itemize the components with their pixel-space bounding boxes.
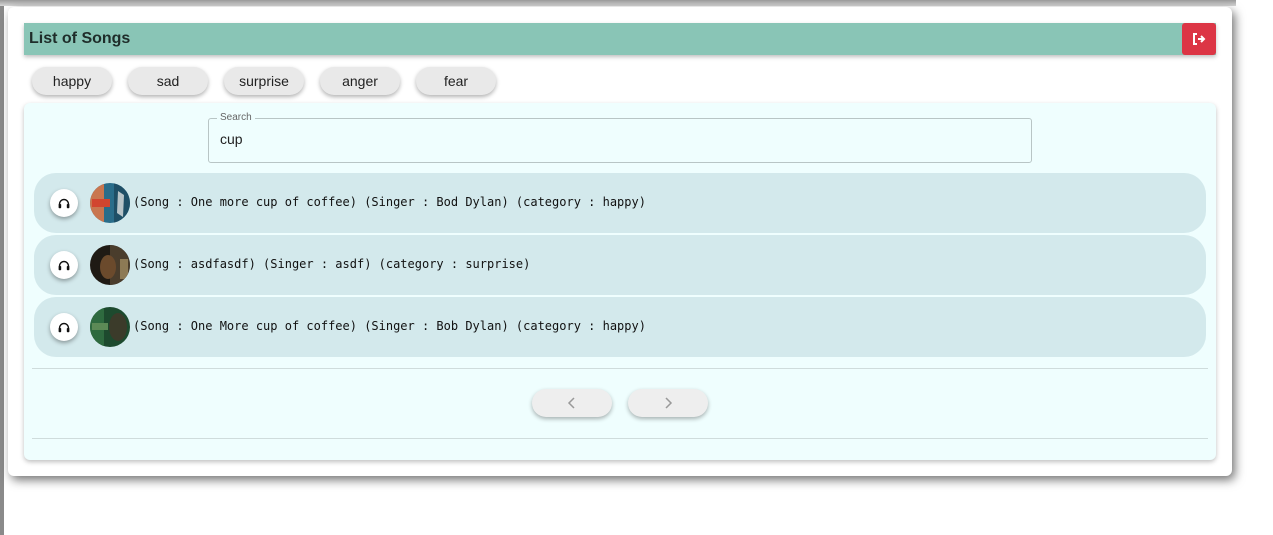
divider — [32, 438, 1208, 439]
search-input[interactable] — [220, 131, 1010, 147]
headphones-icon — [58, 322, 70, 332]
category-anger-button[interactable]: anger — [320, 67, 400, 95]
song-info: (Song : One more cup of coffee) (Singer … — [133, 195, 646, 209]
song-info: (Song : One More cup of coffee) (Singer … — [133, 319, 646, 333]
category-filters: happy sad surprise anger fear — [32, 67, 496, 95]
divider — [32, 368, 1208, 369]
window-top-shadow — [0, 0, 1236, 6]
chevron-left-icon — [567, 397, 575, 409]
page-title: List of Songs — [29, 30, 131, 47]
chevron-right-icon — [665, 397, 673, 409]
category-sad-button[interactable]: sad — [128, 67, 208, 95]
next-page-button[interactable] — [628, 389, 708, 417]
sign-out-icon — [1193, 33, 1206, 45]
listen-button[interactable] — [50, 251, 78, 279]
song-row: (Song : One more cup of coffee) (Singer … — [34, 173, 1206, 233]
window-edge-shadow — [0, 0, 4, 535]
songs-card: List of Songs happy sad surprise anger f… — [8, 7, 1232, 476]
headphones-icon — [58, 260, 70, 270]
song-info: (Song : asdfasdf) (Singer : asdf) (categ… — [133, 257, 531, 271]
listen-button[interactable] — [50, 313, 78, 341]
songs-panel: Search cup (Song: One more cup of coffe… — [24, 103, 1216, 460]
category-fear-button[interactable]: fear — [416, 67, 496, 95]
logout-button[interactable] — [1182, 23, 1216, 55]
header-bar: List of Songs — [24, 23, 1216, 55]
song-row: (Song : asdfasdf) (Singer : asdf) (categ… — [34, 235, 1206, 295]
album-art — [90, 183, 130, 223]
category-happy-button[interactable]: happy — [32, 67, 112, 95]
previous-page-button[interactable] — [532, 389, 612, 417]
search-field: Search — [208, 112, 1032, 163]
search-label: Search — [217, 112, 255, 123]
category-surprise-button[interactable]: surprise — [224, 67, 304, 95]
headphones-icon — [58, 198, 70, 208]
song-row: (Song : One More cup of coffee) (Singer … — [34, 297, 1206, 357]
album-art — [90, 245, 130, 285]
song-list: (Song : One more cup of coffee) (Singer … — [34, 173, 1206, 359]
album-art — [90, 307, 130, 347]
listen-button[interactable] — [50, 189, 78, 217]
